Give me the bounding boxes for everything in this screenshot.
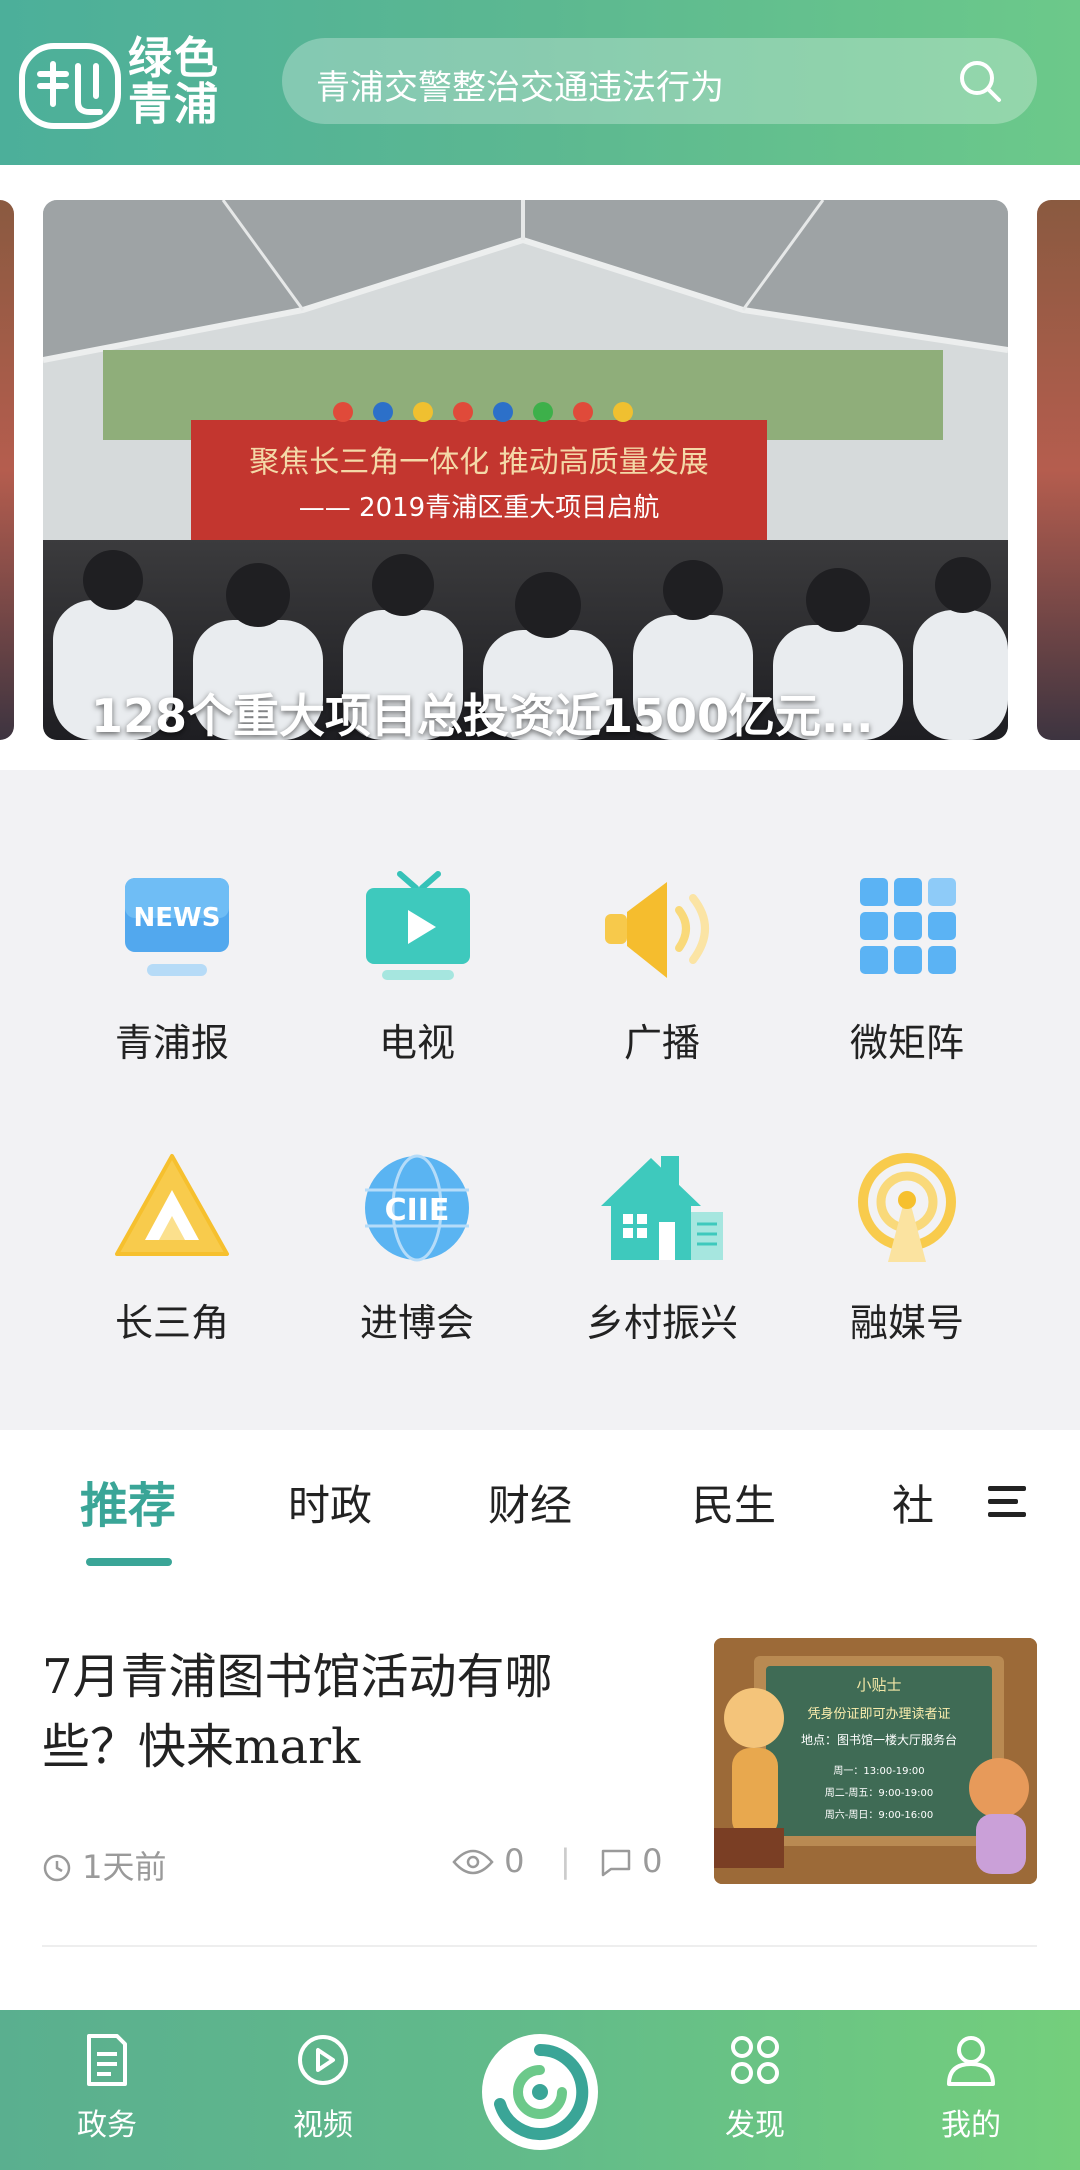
svg-text:周二-周五：9:00-19:00: 周二-周五：9:00-19:00: [825, 1787, 934, 1799]
meta-separator: |: [560, 1842, 571, 1880]
tv-icon: [352, 870, 482, 990]
eye-icon: [452, 1849, 494, 1875]
shortcut-yangtze-delta[interactable]: 长三角: [72, 1150, 272, 1347]
play-circle-icon: [298, 2035, 348, 2085]
svg-text:NEWS: NEWS: [134, 903, 221, 933]
shortcut-label: 乡村振兴: [585, 1301, 738, 1345]
search-placeholder: 青浦交警整治交通违法行为: [316, 68, 724, 108]
thumbnail-image: 小贴士 凭身份证即可办理读者证 地点：图书馆一楼大厅服务台 周一：13:00-1…: [714, 1638, 1037, 1884]
nav-label: 我的: [941, 2108, 1001, 2143]
news-list-item[interactable]: 7月青浦图书馆活动有哪些？快来mark 1天前 0 | 0 小贴士 凭身份证即可…: [0, 1580, 1080, 2010]
active-tab-indicator: [86, 1558, 172, 1566]
shortcut-label: 长三角: [114, 1301, 229, 1345]
logo-mark-icon: [19, 43, 121, 129]
banner-text-line1: 聚焦长三角一体化 推动高质量发展: [249, 445, 709, 480]
shortcut-label: 青浦报: [114, 1021, 229, 1065]
article-time-text: 1天前: [82, 1848, 167, 1886]
article-time: 1天前: [42, 1842, 167, 1888]
list-divider: [42, 1945, 1037, 1947]
tab-politics[interactable]: 时政: [288, 1472, 372, 1533]
article-title[interactable]: 7月青浦图书馆活动有哪些？快来mark: [42, 1642, 642, 1782]
document-icon: [87, 2034, 127, 2086]
village-house-icon: [597, 1150, 727, 1270]
triangle-icon: [107, 1150, 237, 1270]
shortcut-media-account[interactable]: 融媒号: [807, 1150, 1007, 1347]
clock-icon: [43, 1854, 71, 1882]
news-icon: NEWS: [107, 870, 237, 990]
broadcast-tower-icon: [842, 1150, 972, 1270]
banner-text-line2: —— 2019青浦区重大项目启航: [299, 493, 659, 523]
shortcut-tv[interactable]: 电视: [317, 870, 517, 1067]
svg-text:周一：13:00-19:00: 周一：13:00-19:00: [833, 1765, 924, 1777]
carousel-next-slide[interactable]: [1037, 200, 1080, 740]
shortcut-rural-revival[interactable]: 乡村振兴: [562, 1150, 762, 1347]
nav-home[interactable]: [482, 2034, 598, 2150]
tab-recommended[interactable]: 推荐: [80, 1466, 176, 1536]
banner-carousel[interactable]: 聚焦长三角一体化 推动高质量发展 —— 2019青浦区重大项目启航 128个重大…: [0, 165, 1080, 770]
nav-government[interactable]: 政务: [47, 2032, 167, 2144]
nav-discover[interactable]: 发现: [695, 2032, 815, 2144]
nav-label: 发现: [725, 2108, 785, 2143]
home-logo-icon: [490, 2042, 590, 2142]
nav-label: 政务: [77, 2108, 137, 2143]
discover-icon: [731, 2036, 779, 2084]
ciie-globe-icon: CIIE: [352, 1150, 482, 1270]
shortcut-label: 进博会: [359, 1301, 474, 1345]
article-comments-count: 0: [642, 1842, 663, 1880]
search-bar[interactable]: 青浦交警整治交通违法行为: [282, 38, 1037, 124]
app-header: 绿色青浦 青浦交警整治交通违法行为: [0, 0, 1080, 165]
carousel-prev-slide[interactable]: [0, 200, 14, 740]
shortcut-label: 融媒号: [849, 1301, 964, 1345]
logo-text: 绿色青浦: [128, 33, 220, 130]
shortcut-radio[interactable]: 广播: [562, 870, 762, 1067]
shortcut-label: 微矩阵: [849, 1021, 964, 1065]
profile-icon: [947, 2036, 995, 2086]
svg-text:CIIE: CIIE: [385, 1193, 450, 1228]
article-thumbnail[interactable]: 小贴士 凭身份证即可办理读者证 地点：图书馆一楼大厅服务台 周一：13:00-1…: [714, 1638, 1037, 1884]
tab-finance[interactable]: 财经: [488, 1472, 572, 1533]
comment-icon: [601, 1849, 631, 1877]
svg-text:凭身份证即可办理读者证: 凭身份证即可办理读者证: [807, 1706, 950, 1722]
slide-photo: 聚焦长三角一体化 推动高质量发展 —— 2019青浦区重大项目启航: [43, 200, 1008, 740]
speaker-icon: [597, 870, 727, 990]
carousel-slide[interactable]: 聚焦长三角一体化 推动高质量发展 —— 2019青浦区重大项目启航 128个重大…: [43, 200, 1008, 740]
article-views-count: 0: [504, 1842, 525, 1880]
nav-video[interactable]: 视频: [263, 2032, 383, 2144]
menu-icon[interactable]: [988, 1484, 1028, 1518]
search-icon[interactable]: [957, 58, 1003, 104]
shortcut-micro-matrix[interactable]: 微矩阵: [807, 870, 1007, 1067]
svg-text:周六-周日：9:00-16:00: 周六-周日：9:00-16:00: [825, 1809, 934, 1821]
article-views: 0: [452, 1842, 525, 1880]
shortcut-label: 电视: [378, 1021, 455, 1065]
shortcut-label: 广播: [623, 1021, 700, 1065]
tab-livelihood[interactable]: 民生: [692, 1472, 776, 1533]
tab-society[interactable]: 社: [892, 1472, 934, 1533]
shortcut-grid: NEWS 青浦报 电视 广播 微矩阵 长三角 CIIE 进博会 乡村振兴 融媒号: [0, 770, 1080, 1430]
article-comments[interactable]: 0: [600, 1842, 663, 1880]
nav-label: 视频: [293, 2108, 353, 2143]
grid-apps-icon: [842, 870, 972, 990]
shortcut-ciie[interactable]: CIIE 进博会: [317, 1150, 517, 1347]
svg-text:小贴士: 小贴士: [856, 1676, 901, 1694]
shortcut-qingpu-paper[interactable]: NEWS 青浦报: [72, 870, 272, 1067]
bottom-navigation: 政务 视频 发现 我的: [0, 2010, 1080, 2170]
carousel-caption: 128个重大项目总投资近1500亿元...: [91, 689, 874, 740]
category-tabs: 推荐 时政 财经 民生 社: [0, 1430, 1080, 1580]
nav-profile[interactable]: 我的: [911, 2032, 1031, 2144]
svg-text:地点：图书馆一楼大厅服务台: 地点：图书馆一楼大厅服务台: [801, 1732, 957, 1747]
